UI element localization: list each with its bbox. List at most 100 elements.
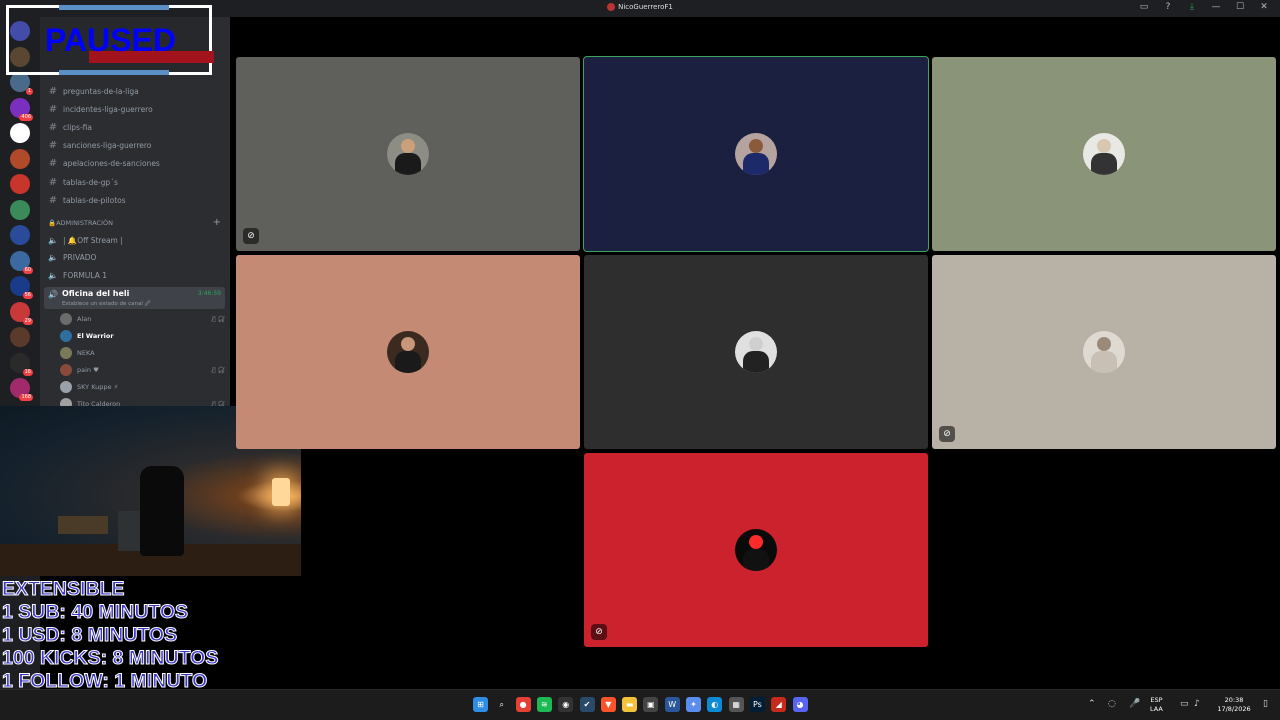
- channel-name: tablas-de-gp´s: [63, 177, 118, 187]
- tray-chevron-icon[interactable]: ⌃: [1088, 699, 1096, 709]
- participant-avatar: [735, 133, 777, 175]
- copilot-icon[interactable]: ✦: [686, 697, 701, 712]
- brave-icon[interactable]: ▼: [600, 697, 616, 712]
- video-tile[interactable]: [583, 56, 929, 252]
- start-icon[interactable]: ⊞: [473, 697, 488, 712]
- video-tile[interactable]: ⊘: [584, 453, 928, 647]
- clock[interactable]: 20:38 17/8/2026: [1214, 696, 1254, 714]
- voice-user[interactable]: El Warrior: [60, 328, 225, 344]
- language-indicator[interactable]: ESP LAA: [1150, 696, 1163, 714]
- category-header[interactable]: 🔒ADMINISTRACIÓN: [48, 219, 113, 227]
- server-icon[interactable]: 168: [10, 378, 33, 401]
- channel-sidebar: 🔒ADMINISTRACIÓN + 🔊 Oficina del heli Est…: [40, 17, 230, 407]
- window-title-text: NicoGuerreroF1: [618, 3, 673, 11]
- video-tile[interactable]: ⊘: [932, 255, 1276, 449]
- avatar: [60, 330, 72, 342]
- overlay-bar-top: [59, 5, 169, 10]
- notification-icon[interactable]: ▯: [1263, 699, 1268, 709]
- hash-icon: #: [48, 140, 58, 152]
- text-channel[interactable]: # incidentes-liga-guerrero: [46, 101, 224, 117]
- help-icon[interactable]: ?: [1162, 2, 1174, 12]
- close-button[interactable]: ✕: [1258, 2, 1270, 12]
- app15-icon[interactable]: ◢: [771, 697, 787, 712]
- channel-name: PRIVADO: [63, 253, 97, 263]
- active-app-icon[interactable]: ✔: [579, 697, 595, 712]
- video-tile[interactable]: [932, 57, 1276, 251]
- text-channel[interactable]: # clips-fia: [46, 119, 224, 135]
- webcam-chair: [140, 466, 184, 556]
- server-icon[interactable]: 29: [10, 301, 33, 325]
- server-icon[interactable]: [10, 148, 30, 169]
- hash-icon: #: [48, 103, 58, 115]
- avatar-body: [743, 549, 769, 571]
- volume-icon[interactable]: ♪: [1194, 699, 1200, 709]
- channel-name: sanciones-liga-guerrero: [63, 141, 152, 151]
- app-icon: [607, 3, 616, 11]
- explorer-icon[interactable]: ▬: [622, 697, 638, 712]
- photoshop-icon[interactable]: Ps: [749, 697, 765, 712]
- search-icon[interactable]: ⌕: [494, 697, 509, 712]
- edge-icon[interactable]: ◐: [707, 697, 723, 712]
- server-icon[interactable]: 1: [10, 72, 33, 95]
- channel-status[interactable]: Establece un estado de canal 🖉: [62, 300, 151, 309]
- user-name: pain ♥: [77, 366, 99, 374]
- minimize-button[interactable]: —: [1210, 2, 1222, 12]
- voice-channel[interactable]: 🔈 FORMULA 1: [46, 268, 224, 284]
- tray-app-icon[interactable]: ◌: [1108, 699, 1116, 709]
- channel-timer: 3:46:59: [197, 290, 221, 297]
- voice-user[interactable]: SKY Kuppe ⚡: [60, 379, 225, 395]
- text-channel[interactable]: # sanciones-liga-guerrero: [46, 138, 224, 154]
- avatar-head: [749, 139, 763, 153]
- server-icon[interactable]: 16: [10, 352, 33, 376]
- video-tile[interactable]: [236, 255, 580, 449]
- add-channel-icon[interactable]: +: [213, 217, 221, 228]
- network-icon[interactable]: ▭: [1180, 699, 1189, 709]
- video-tile[interactable]: [584, 255, 928, 449]
- voice-speaker-icon: 🔊: [48, 290, 58, 299]
- app9-icon[interactable]: ▣: [643, 697, 659, 712]
- maximize-button[interactable]: ☐: [1234, 2, 1246, 12]
- overlay-bar-bottom: [59, 70, 169, 75]
- voice-user[interactable]: NEKA: [60, 345, 225, 361]
- server-icon[interactable]: 60: [10, 250, 33, 274]
- download-icon[interactable]: ⤓: [1186, 2, 1198, 12]
- server-icon[interactable]: 56: [10, 276, 33, 299]
- voice-user[interactable]: pain ♥ 🎙̸ 🎧̸: [60, 362, 225, 378]
- text-channel[interactable]: # tablas-de-gp´s: [46, 174, 224, 190]
- active-voice-channel[interactable]: 🔊 Oficina del heli Establece un estado d…: [44, 287, 225, 309]
- voice-user[interactable]: Alan 🎙̸ 🎧̸: [60, 311, 225, 327]
- text-channel[interactable]: # preguntas-de-la-liga: [46, 83, 224, 99]
- server-icon[interactable]: [10, 174, 30, 194]
- obs-icon[interactable]: ◉: [558, 697, 574, 712]
- video-tile[interactable]: ⊘: [236, 57, 580, 251]
- user-status-icons: 🎙̸ 🎧̸: [212, 315, 225, 323]
- server-icon[interactable]: [10, 225, 30, 245]
- server-icon[interactable]: 406: [10, 97, 33, 121]
- mention-badge: 29: [22, 317, 33, 325]
- participant-avatar: [387, 133, 429, 175]
- taskbar: ⌃ ◌ 🎤 ESP LAA ▭ ♪ 20:38 17/8/2026 ▯ ⊞ ⌕ ● ≋ ◉ ✔…: [0, 689, 1280, 720]
- window-controls: ▭ ? ⤓ — ☐ ✕: [1138, 2, 1270, 12]
- text-channel[interactable]: # apelaciones-de-sanciones: [46, 156, 224, 172]
- avatar-body: [743, 153, 769, 175]
- deafened-icon: ⊘: [939, 426, 955, 442]
- mention-badge: 56: [22, 292, 33, 299]
- spotify-icon[interactable]: ≋: [536, 697, 552, 712]
- text-channel[interactable]: # tablas-de-pilotos: [46, 192, 224, 208]
- server-icon[interactable]: [10, 327, 30, 347]
- app13-icon[interactable]: ▦: [728, 697, 744, 712]
- webcam-lamp: [272, 478, 290, 506]
- discord-icon[interactable]: ◕: [792, 697, 808, 712]
- hash-icon: #: [48, 85, 58, 97]
- voice-channel[interactable]: 🔈 PRIVADO: [46, 250, 224, 266]
- word-icon[interactable]: W: [664, 697, 680, 712]
- mention-badge: 1: [25, 88, 33, 95]
- avatar: [60, 364, 72, 376]
- microphone-icon[interactable]: 🎤: [1129, 699, 1140, 709]
- chrome-icon[interactable]: ●: [515, 697, 531, 712]
- avatar-body: [743, 351, 769, 373]
- server-icon[interactable]: [10, 199, 30, 220]
- voice-channel[interactable]: 🔈 | 🔔Off Stream |: [46, 232, 224, 248]
- inbox-icon[interactable]: ▭: [1138, 2, 1150, 12]
- server-icon[interactable]: [10, 123, 30, 143]
